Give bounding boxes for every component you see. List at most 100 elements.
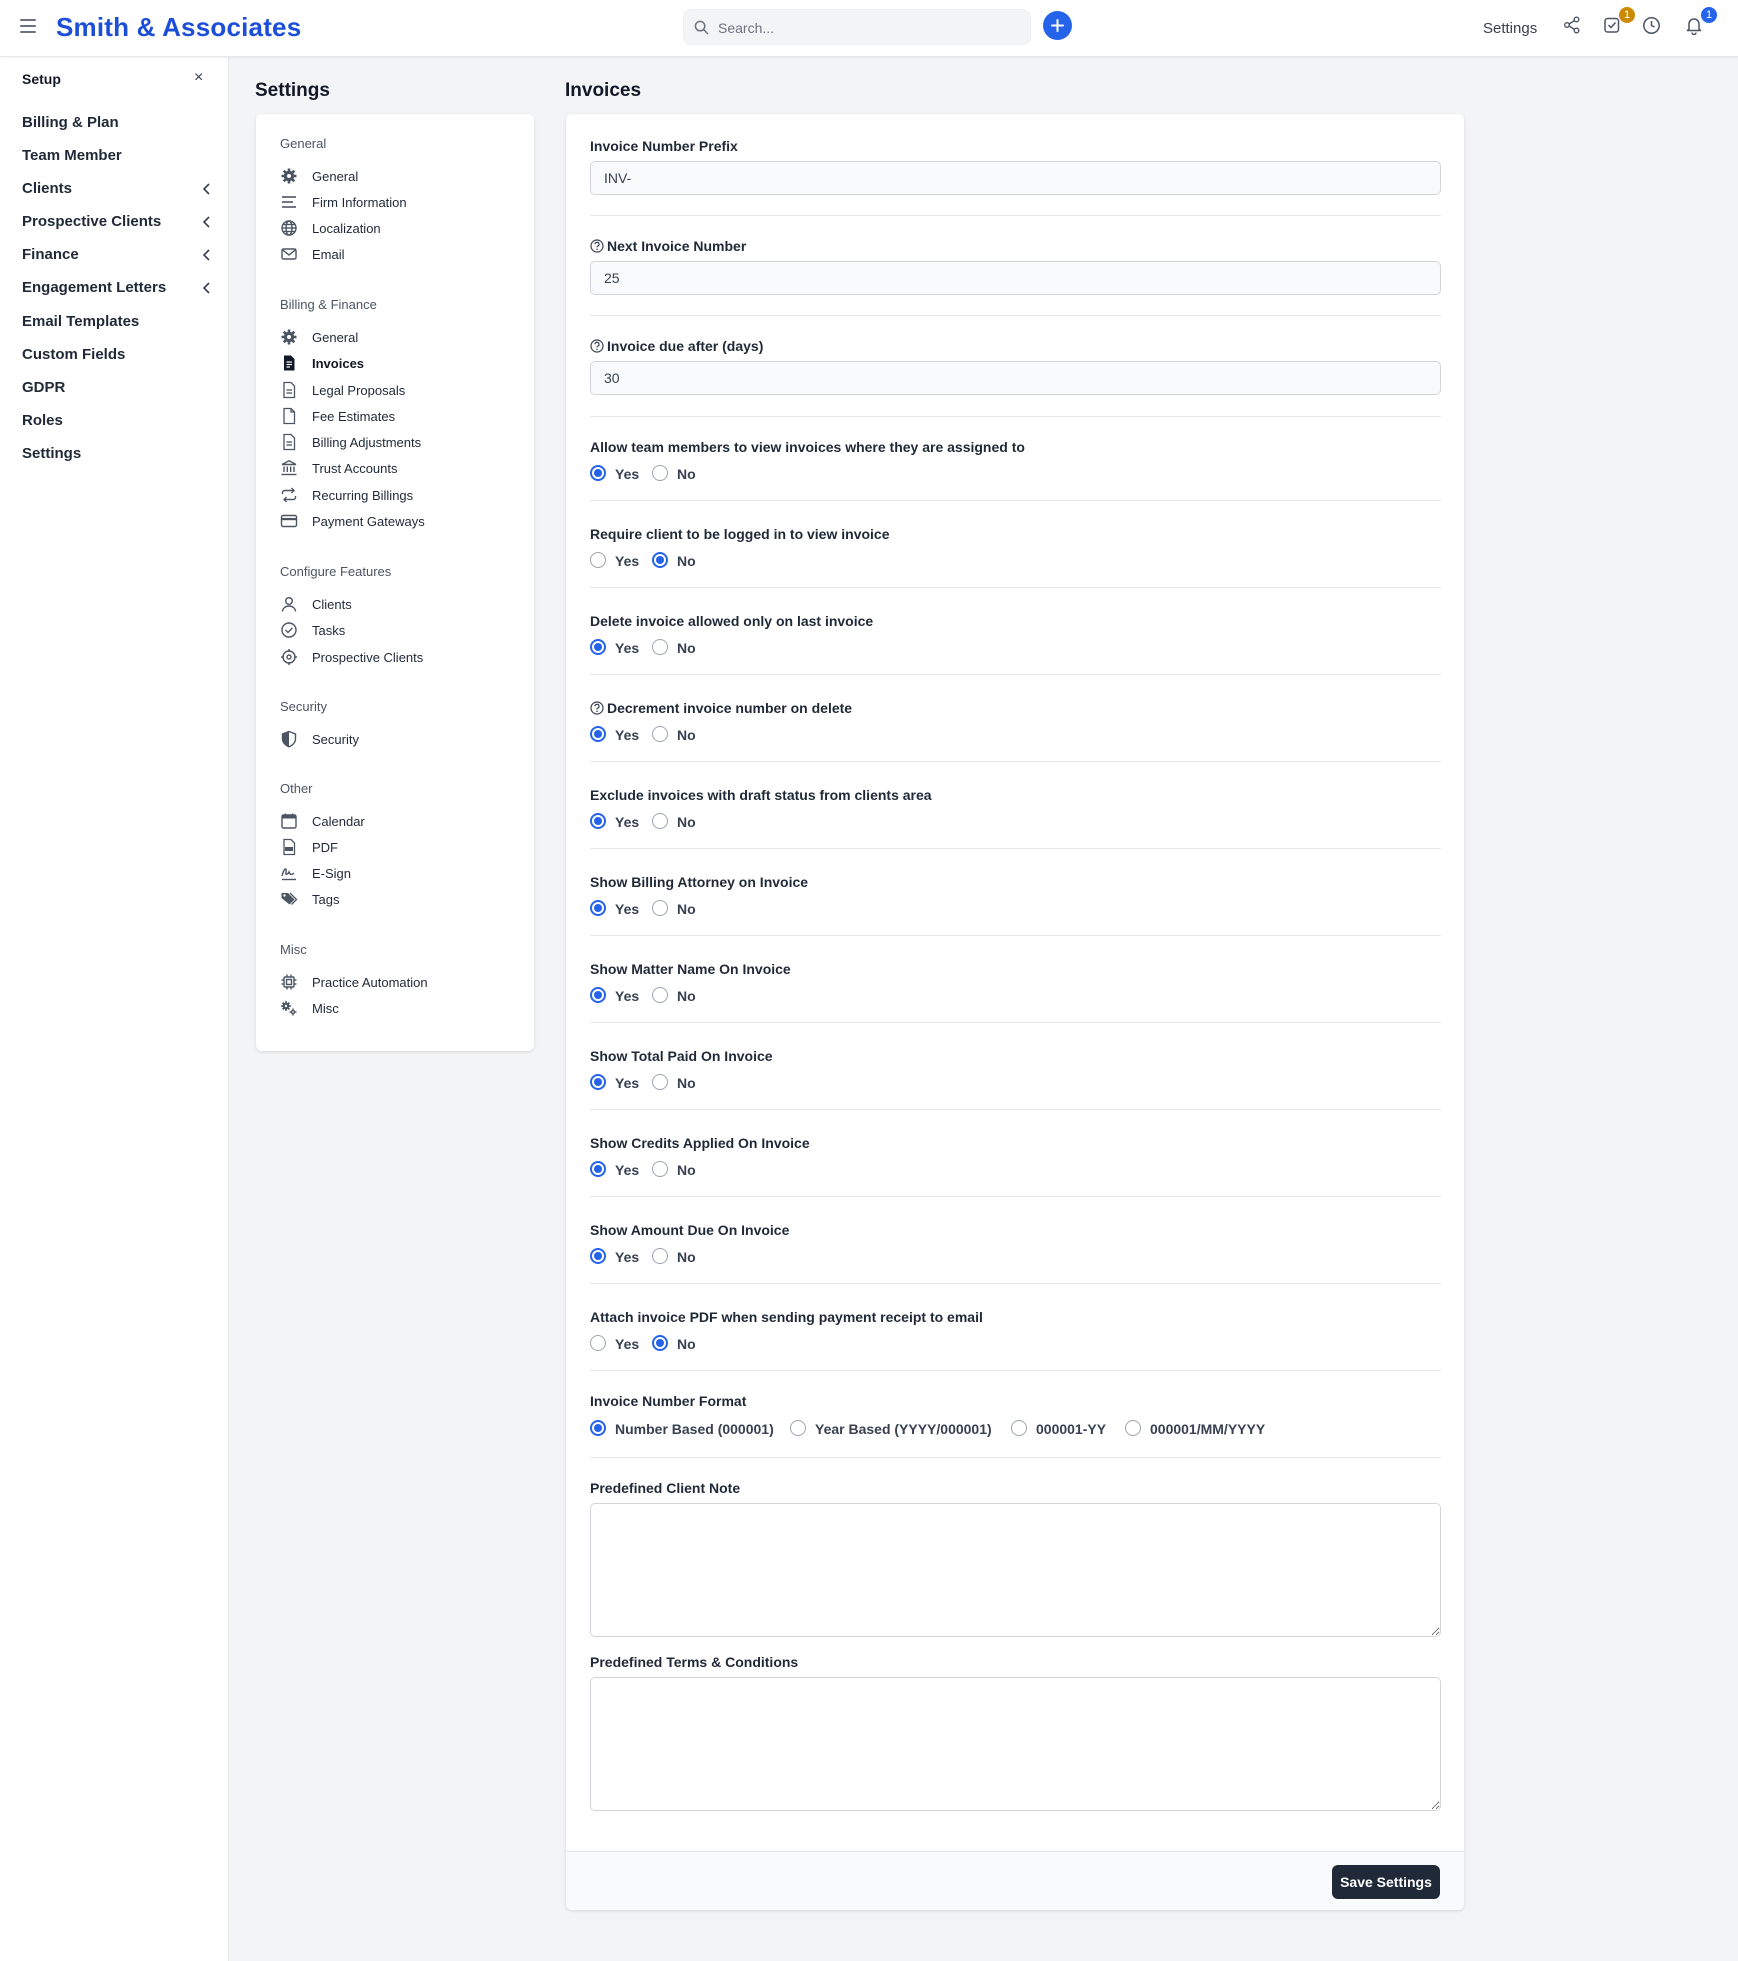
sidebar-item-team-member[interactable]: Team Member: [22, 147, 212, 164]
sidebar-item-billing-plan[interactable]: Billing & Plan: [22, 114, 212, 131]
nav-item-trust-accounts[interactable]: Trust Accounts: [280, 459, 520, 477]
nav-item-tags[interactable]: Tags: [280, 890, 520, 908]
tasks-badge: 1: [1619, 7, 1635, 23]
field-label-text: Show Amount Due On Invoice: [590, 1222, 790, 1238]
nav-item-label: Billing Adjustments: [312, 435, 422, 450]
radio-dot: [652, 1248, 668, 1264]
terms-textarea[interactable]: [590, 1677, 1441, 1811]
nav-item-firm-information[interactable]: Firm Information: [280, 193, 520, 211]
radio-label: No: [677, 1162, 696, 1178]
nav-item-pdf[interactable]: PDF: [280, 838, 520, 856]
radio-dot: [590, 1074, 606, 1090]
nav-item-billing-adjustments[interactable]: Billing Adjustments: [280, 433, 520, 451]
field-label-text: Show Billing Attorney on Invoice: [590, 874, 809, 890]
sidebar-item-engagement-letters[interactable]: Engagement Letters: [22, 279, 212, 296]
save-settings-button[interactable]: Save Settings: [1332, 1865, 1440, 1899]
yes-no-radio-group: Yes No: [590, 551, 890, 569]
invoice-icon: [284, 355, 295, 371]
nav-item-practice-automation[interactable]: Practice Automation: [280, 973, 520, 991]
divider: [590, 1109, 1441, 1110]
tasks-icon[interactable]: 1: [1603, 7, 1635, 38]
nav-item-payment-gateways[interactable]: Payment Gateways: [280, 512, 520, 530]
nav-item-prospective-clients[interactable]: Prospective Clients: [280, 648, 520, 666]
nav-group-misc: Misc: [280, 942, 307, 957]
radio-dot: [590, 813, 606, 829]
yes-no-radio-group: Yes No: [590, 638, 890, 656]
radio-label: No: [677, 1075, 696, 1091]
invoice-due-days-input[interactable]: [590, 361, 1441, 395]
nav-item-label: Prospective Clients: [312, 650, 424, 665]
nav-item-security[interactable]: Security: [280, 730, 520, 748]
nav-item-tasks[interactable]: Tasks: [280, 621, 520, 639]
radio-dot: [590, 1420, 606, 1436]
nav-item-clients[interactable]: Clients: [280, 595, 520, 613]
nav-item-general[interactable]: General: [280, 167, 520, 185]
divider: [590, 761, 1441, 762]
file-icon: [283, 407, 296, 425]
nav-item-localization[interactable]: Localization: [280, 219, 520, 237]
sidebar-item-prospective-clients[interactable]: Prospective Clients: [22, 213, 212, 230]
radio-dot: [652, 813, 668, 829]
nav-item-label: General: [312, 330, 359, 345]
nav-item-misc[interactable]: Misc: [280, 999, 520, 1017]
add-new-button[interactable]: [1043, 11, 1072, 40]
radio-dot: [652, 552, 668, 568]
search-input[interactable]: [718, 17, 1018, 39]
nav-item-calendar[interactable]: Calendar: [280, 812, 520, 830]
bank-icon: [281, 460, 297, 476]
field-label: Exclude invoices with draft status from …: [590, 787, 932, 803]
nav-item-billing-general[interactable]: General: [280, 328, 520, 346]
menu-icon[interactable]: [20, 19, 36, 33]
invoice-prefix-input[interactable]: [590, 161, 1441, 195]
field-label: Show Matter Name On Invoice: [590, 961, 791, 977]
chevron-left-icon: [202, 216, 210, 228]
setup-sidebar: Setup × Billing & Plan Team Member Clien…: [0, 57, 229, 1961]
close-icon[interactable]: ×: [194, 70, 203, 86]
radio-label: No: [677, 988, 696, 1004]
radio-label: Yes: [615, 727, 640, 743]
nav-item-legal-proposals[interactable]: Legal Proposals: [280, 381, 520, 399]
sidebar-item-clients[interactable]: Clients: [22, 180, 212, 197]
divider: [590, 587, 1441, 588]
sidebar-item-roles[interactable]: Roles: [22, 412, 212, 429]
divider: [590, 1196, 1441, 1197]
invoice-settings-form: Invoice Number Prefix Next Invoice Numbe…: [566, 114, 1464, 1910]
radio-label: No: [677, 727, 696, 743]
yes-no-radio-group: Yes No: [590, 1160, 890, 1178]
nav-item-label: Legal Proposals: [312, 383, 406, 398]
sidebar-item-custom-fields[interactable]: Custom Fields: [22, 346, 212, 363]
radio-dot: [652, 1161, 668, 1177]
radio-dot: [590, 900, 606, 916]
bell-icon[interactable]: 1: [1685, 7, 1717, 38]
search-icon: [694, 20, 709, 35]
sidebar-item-gdpr[interactable]: GDPR: [22, 379, 212, 396]
number-format-radio-group: Number Based (000001) Year Based (YYYY/0…: [590, 1419, 1441, 1437]
radio-dot: [590, 1161, 606, 1177]
globe-icon: [281, 220, 297, 236]
share-icon[interactable]: [1563, 16, 1585, 38]
field-label-text: Delete invoice allowed only on last invo…: [590, 613, 874, 629]
clock-icon[interactable]: [1642, 16, 1664, 38]
lines-icon: [282, 196, 296, 208]
yes-no-radio-group: Yes No: [590, 1247, 890, 1265]
radio-dot: [652, 726, 668, 742]
client-note-textarea[interactable]: [590, 1503, 1441, 1637]
sidebar-item-finance[interactable]: Finance: [22, 246, 212, 263]
nav-item-recurring-billings[interactable]: Recurring Billings: [280, 486, 520, 504]
page-title: Invoices: [565, 80, 642, 101]
divider: [590, 416, 1441, 417]
crosshair-icon: [281, 649, 297, 665]
sidebar-item-email-templates[interactable]: Email Templates: [22, 313, 212, 330]
sidebar-item-settings[interactable]: Settings: [22, 445, 212, 462]
nav-item-e-sign[interactable]: E-Sign: [280, 864, 520, 882]
nav-item-label: Email: [312, 247, 345, 262]
radio-dot: [652, 1335, 668, 1351]
nav-item-fee-estimates[interactable]: Fee Estimates: [280, 407, 520, 425]
brand-logo[interactable]: Smith & Associates: [56, 12, 301, 43]
nav-item-email[interactable]: Email: [280, 245, 520, 263]
nav-item-invoices[interactable]: Invoices: [280, 354, 520, 372]
next-invoice-number-input[interactable]: [590, 261, 1441, 295]
field-label: Show Amount Due On Invoice: [590, 1222, 789, 1238]
nav-item-label: Clients: [312, 597, 352, 612]
top-settings-link[interactable]: Settings: [1483, 20, 1537, 37]
